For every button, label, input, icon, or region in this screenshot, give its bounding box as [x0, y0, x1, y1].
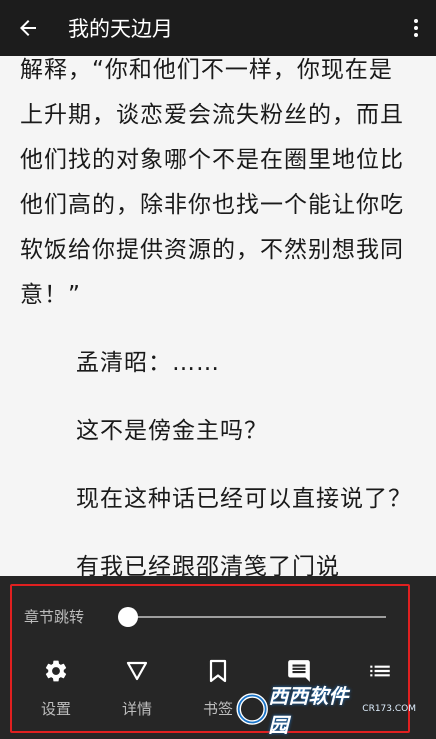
- app-bar: 我的天边月: [0, 0, 436, 56]
- paragraph: 孟清昭：……: [76, 350, 220, 376]
- triangle-down-icon: [126, 661, 148, 681]
- chapter-slider-track[interactable]: [128, 616, 386, 618]
- arrow-left-icon: [20, 20, 36, 36]
- reading-area[interactable]: 解释，“你和他们不一样，你现在是上升期，谈恋爱会流失粉丝的，而且他们找的对象哪个…: [0, 56, 436, 576]
- more-options-button[interactable]: [396, 0, 436, 56]
- settings-label: 设置: [40, 700, 71, 718]
- watermark-url: CR173.COM: [362, 704, 416, 714]
- gear-icon: [45, 660, 67, 682]
- chapter-text: 解释，“你和他们不一样，你现在是上升期，谈恋爱会流失粉丝的，而且他们找的对象哪个…: [20, 56, 416, 576]
- details-label: 详情: [121, 700, 152, 718]
- chapter-jump-label: 章节跳转: [24, 608, 85, 626]
- watermark-text: 西西软件园: [268, 684, 349, 737]
- watermark-badge-icon: [236, 693, 268, 725]
- settings-button[interactable]: 设置: [16, 654, 96, 724]
- paragraph: 现在这种话已经可以直接说了？: [76, 486, 412, 512]
- list-icon: [370, 665, 390, 677]
- chapter-slider-thumb[interactable]: [118, 607, 138, 627]
- details-button[interactable]: 详情: [97, 654, 177, 724]
- back-button[interactable]: [0, 0, 56, 56]
- paragraph: 有我已经跟邵清笺了门说: [76, 554, 340, 576]
- paragraph: 解释，“你和他们不一样，你现在是上升期，谈恋爱会流失粉丝的，而且他们找的对象哪个…: [20, 57, 404, 308]
- more-vertical-icon: [414, 19, 418, 37]
- bookmark-label: 书签: [202, 700, 233, 718]
- paragraph: 这不是傍金主吗？: [76, 418, 268, 444]
- bookmark-icon: [209, 659, 227, 683]
- watermark-logo: 西西软件园 CR173.COM: [236, 684, 416, 737]
- book-title: 我的天边月: [68, 17, 173, 41]
